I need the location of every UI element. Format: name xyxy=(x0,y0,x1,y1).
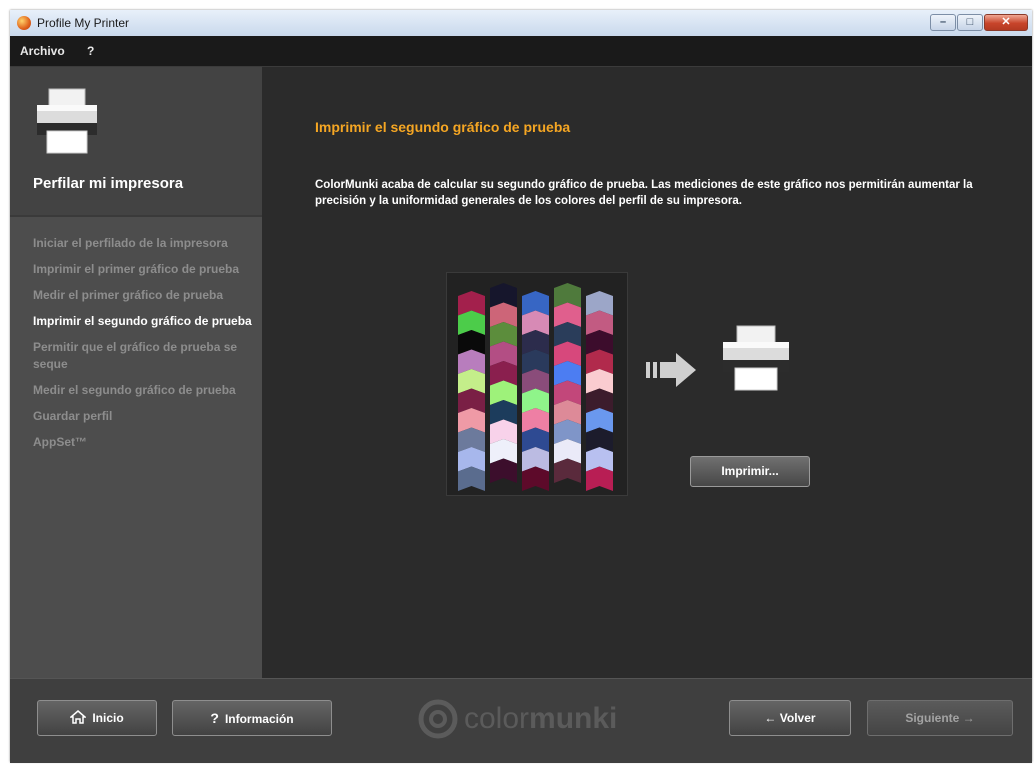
home-icon xyxy=(70,710,87,724)
close-icon: ✕ xyxy=(1001,16,1011,28)
step-print-first-chart[interactable]: Imprimir el primer gráfico de prueba xyxy=(33,261,253,278)
minimize-icon: – xyxy=(939,16,947,28)
brand-bold: munki xyxy=(529,702,618,735)
page-title: Imprimir el segundo gráfico de prueba xyxy=(315,119,571,135)
info-label: Información xyxy=(224,712,294,726)
home-button[interactable]: Inicio xyxy=(37,700,157,736)
test-chart-image xyxy=(446,272,628,496)
window-title: Profile My Printer xyxy=(37,16,130,30)
color-patch xyxy=(554,458,581,483)
menu-archivo[interactable]: Archivo xyxy=(20,44,65,58)
sidebar-title: Perfilar mi impresora xyxy=(33,175,184,192)
colormunki-logo: colormunki xyxy=(418,699,617,739)
step-save-profile[interactable]: Guardar perfil xyxy=(33,408,253,425)
step-measure-first-chart[interactable]: Medir el primer gráfico de prueba xyxy=(33,287,253,304)
color-patch xyxy=(458,466,485,491)
print-button[interactable]: Imprimir... xyxy=(690,456,810,487)
brand-light: color xyxy=(464,702,530,735)
step-print-second-chart[interactable]: Imprimir el segundo gráfico de prueba xyxy=(33,313,253,330)
brand-text: colormunki xyxy=(464,702,617,736)
home-label: Inicio xyxy=(92,711,124,725)
menu-bar: Archivo ? xyxy=(10,36,1032,67)
step-list: Iniciar el perfilado de la impresora Imp… xyxy=(33,235,253,460)
maximize-icon: □ xyxy=(966,16,974,28)
page-description: ColorMunki acaba de calcular su segundo … xyxy=(315,179,973,207)
menu-help[interactable]: ? xyxy=(87,44,94,58)
arrow-right-icon xyxy=(646,353,696,387)
main-panel: Imprimir el segundo gráfico de prueba Co… xyxy=(262,67,1032,678)
sidebar: Perfilar mi impresora Iniciar el perfila… xyxy=(10,67,262,678)
title-bar: Profile My Printer – □ ✕ xyxy=(10,10,1032,37)
colormunki-logo-icon xyxy=(418,699,458,739)
app-window: Profile My Printer – □ ✕ Archivo ? Perfi… xyxy=(10,10,1032,763)
step-appset[interactable]: AppSet™ xyxy=(33,434,253,451)
info-button[interactable]: ? Información xyxy=(172,700,332,736)
color-patch xyxy=(490,458,517,483)
step-let-chart-dry[interactable]: Permitir que el gráfico de prueba se seq… xyxy=(33,339,253,373)
color-patch xyxy=(522,466,549,491)
help-icon: ? xyxy=(210,710,219,726)
step-start-profiling[interactable]: Iniciar el perfilado de la impresora xyxy=(33,235,253,252)
color-patch xyxy=(586,466,613,491)
printer-icon xyxy=(723,325,789,391)
minimize-button[interactable]: – xyxy=(930,14,956,31)
app-icon xyxy=(17,16,31,30)
maximize-button[interactable]: □ xyxy=(957,14,983,31)
back-button[interactable]: ← Volver xyxy=(729,700,851,736)
printer-icon xyxy=(37,88,97,154)
next-button[interactable]: Siguiente → xyxy=(867,700,1013,736)
sidebar-header: Perfilar mi impresora xyxy=(10,67,262,217)
footer-bar: Inicio ? Información colormunki ← Volver … xyxy=(10,678,1032,763)
step-measure-second-chart[interactable]: Medir el segundo gráfico de prueba xyxy=(33,382,253,399)
close-button[interactable]: ✕ xyxy=(984,14,1028,31)
